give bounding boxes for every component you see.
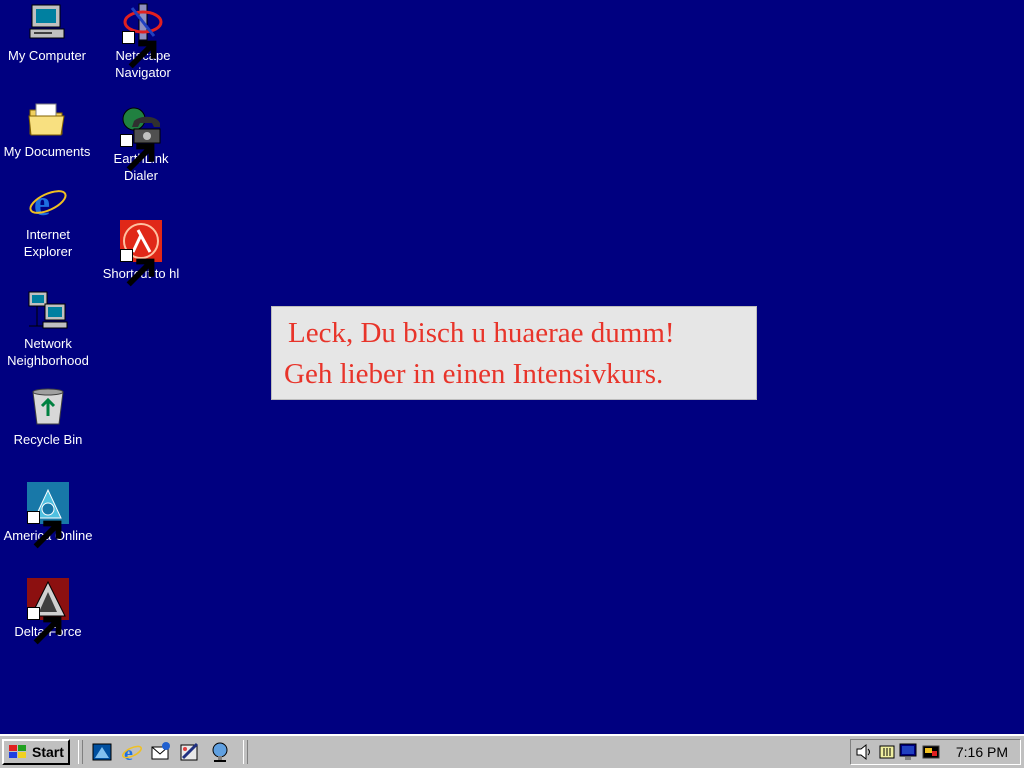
message-line-2: Geh lieber in einen Intensivkurs. bbox=[284, 358, 664, 390]
desktop-icon-shortcut-to-hl[interactable]: Shortcut to hl bbox=[91, 220, 191, 287]
network-monitor-icon[interactable] bbox=[899, 743, 917, 761]
desktop-icon-label: My Documents bbox=[3, 144, 91, 159]
shortcut-arrow-icon bbox=[120, 249, 155, 287]
desktop-icon-recycle-bin[interactable]: Recycle Bin bbox=[0, 386, 98, 448]
delta-force-icon bbox=[27, 578, 69, 645]
toolbar-grip[interactable] bbox=[78, 740, 83, 764]
shortcut-arrow-icon bbox=[27, 607, 62, 645]
america-online-icon bbox=[27, 482, 69, 549]
desktop-icon-network-neighborhood[interactable]: Network Neighborhood bbox=[0, 290, 98, 369]
message-box: Leck, Du bisch u huaerae dumm! Geh liebe… bbox=[271, 306, 757, 400]
start-label: Start bbox=[32, 744, 64, 760]
svg-text:e: e bbox=[34, 183, 50, 223]
shortcut-arrow-icon bbox=[122, 31, 157, 69]
windows-logo-icon bbox=[9, 745, 26, 758]
folder-icon bbox=[26, 98, 68, 140]
start-button[interactable]: Start bbox=[2, 739, 70, 765]
desktop-icon-internet-explorer[interactable]: e Internet Explorer bbox=[0, 181, 98, 260]
volume-icon[interactable] bbox=[855, 743, 873, 761]
desktop-icon-label: Internet Explorer bbox=[23, 227, 73, 259]
internet-explorer-icon: e bbox=[27, 181, 69, 223]
desktop-icon-my-computer[interactable]: My Computer bbox=[0, 2, 97, 64]
desktop-icon-label: Recycle Bin bbox=[13, 432, 83, 447]
shortcut-arrow-icon bbox=[120, 134, 155, 172]
desktop-icon-america-online[interactable]: America Online bbox=[0, 482, 98, 549]
desktop-icon-netscape-navigator[interactable]: Netscape Navigator bbox=[93, 2, 193, 81]
recycle-bin-icon bbox=[27, 386, 69, 428]
show-desktop-icon[interactable] bbox=[91, 741, 113, 763]
outlook-express-icon[interactable] bbox=[150, 741, 172, 763]
shortcut-arrow-icon bbox=[27, 511, 62, 549]
channels-icon[interactable] bbox=[179, 741, 201, 763]
system-tray: 7:16 PM bbox=[850, 739, 1021, 765]
display-icon[interactable] bbox=[922, 743, 940, 761]
desktop-icon-my-documents[interactable]: My Documents bbox=[0, 98, 97, 160]
svg-text:e: e bbox=[124, 743, 133, 763]
media-player-icon[interactable] bbox=[209, 741, 231, 763]
my-computer-icon bbox=[26, 2, 68, 44]
toolbar-grip[interactable] bbox=[243, 740, 248, 764]
desktop-icon-delta-force[interactable]: Delta Force bbox=[0, 578, 98, 645]
desktop-icon-label: My Computer bbox=[7, 48, 87, 63]
taskbar: Start e 7:16 PM bbox=[0, 734, 1024, 768]
internet-explorer-icon[interactable]: e bbox=[121, 741, 143, 763]
netscape-navigator-icon bbox=[122, 2, 164, 69]
desktop-icon-label: Network Neighborhood bbox=[7, 336, 89, 368]
message-line-1: Leck, Du bisch u huaerae dumm! bbox=[288, 317, 675, 349]
half-life-icon bbox=[120, 220, 162, 287]
clock[interactable]: 7:16 PM bbox=[956, 744, 1008, 760]
earthlink-dialer-icon bbox=[120, 105, 162, 172]
desktop-icon-earthlink-dialer[interactable]: EarthLink Dialer bbox=[91, 105, 191, 184]
battery-icon[interactable] bbox=[878, 743, 896, 761]
network-neighborhood-icon bbox=[27, 290, 69, 332]
